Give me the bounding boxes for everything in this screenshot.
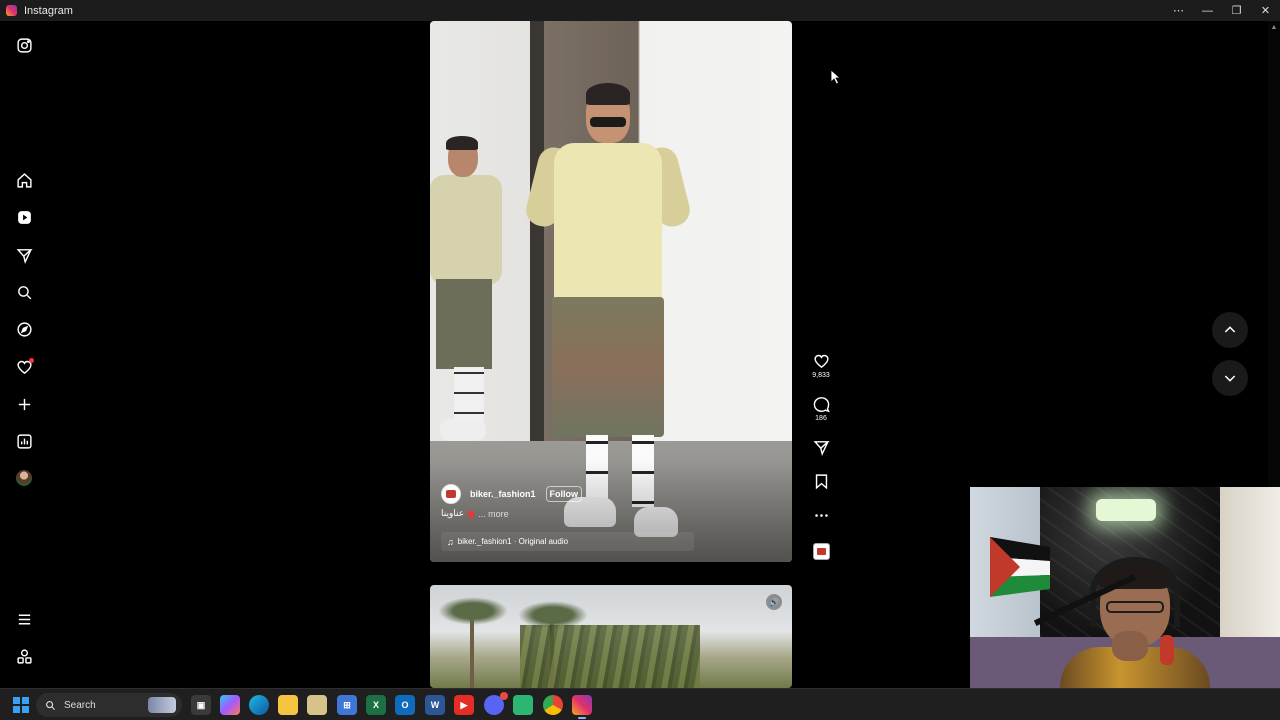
mouse-cursor-icon [830, 69, 842, 85]
chrome-icon[interactable] [543, 695, 563, 715]
menu-icon[interactable] [14, 609, 34, 629]
reels-icon[interactable] [14, 207, 34, 227]
file-explorer-icon[interactable] [278, 695, 298, 715]
messages-icon[interactable] [14, 245, 34, 265]
author-username[interactable]: biker._fashion1 [470, 489, 536, 499]
search-icon [46, 700, 56, 710]
taskbar-search-label: Search [64, 699, 96, 711]
previous-reel-button[interactable] [1212, 312, 1248, 348]
comment-count: 186 [815, 415, 827, 422]
store-icon[interactable]: ⊞ [337, 695, 357, 715]
author-row: biker._fashion1 Follow [441, 484, 583, 504]
start-button[interactable] [13, 697, 29, 713]
copilot-icon[interactable] [220, 695, 240, 715]
bookmark-icon[interactable] [813, 473, 830, 490]
create-icon[interactable] [14, 394, 34, 414]
audio-label: biker._fashion1 · Original audio [457, 537, 569, 546]
location-pin-icon [466, 508, 477, 519]
share-icon[interactable] [813, 439, 830, 456]
caption-text: عناوينا [441, 508, 465, 518]
audio-thumbnail-action [805, 543, 837, 560]
minimize-button[interactable]: — [1193, 0, 1222, 21]
caption: عناوينا ... more [441, 508, 509, 519]
task-view-icon[interactable]: ▣ [191, 695, 211, 715]
title-bar: Instagram ⋯ — ❐ ✕ [0, 0, 1280, 21]
windows-taskbar: Search ▣ ⊞ X O W ▶ [0, 688, 1280, 720]
excel-icon[interactable]: X [366, 695, 386, 715]
profile-avatar-image [16, 470, 32, 486]
more-options-icon[interactable]: ⋯ [1164, 0, 1193, 21]
instagram-logo-icon[interactable] [14, 35, 34, 55]
close-button[interactable]: ✕ [1251, 0, 1280, 21]
chevron-up-icon [1224, 326, 1236, 333]
comment-action: 186 [805, 396, 837, 422]
author-avatar[interactable] [441, 484, 461, 504]
window-title: Instagram [24, 4, 73, 17]
share-action [805, 439, 837, 456]
notification-dot [29, 358, 34, 363]
also-from-meta-icon[interactable] [14, 646, 34, 666]
volume-icon[interactable]: 🔊 [766, 594, 782, 610]
app-window: Instagram ⋯ — ❐ ✕ ▲ biker._fashion1 Foll… [0, 0, 1280, 720]
chevron-down-icon [1224, 375, 1236, 382]
taskbar-search[interactable]: Search [36, 693, 182, 717]
search-highlight-icon [148, 697, 176, 713]
next-reel-button[interactable] [1212, 360, 1248, 396]
discord-icon[interactable] [484, 692, 508, 715]
vineyard [520, 625, 700, 688]
scroll-up-arrow-icon[interactable]: ▲ [1268, 21, 1280, 33]
follow-button[interactable]: Follow [545, 486, 583, 502]
instagram-app-icon [6, 5, 17, 16]
profile-avatar[interactable] [14, 468, 34, 488]
like-icon[interactable] [813, 353, 830, 370]
outlook-icon[interactable]: O [395, 695, 415, 715]
audio-thumbnail[interactable] [812, 543, 830, 560]
notes-app-icon[interactable] [307, 695, 327, 715]
music-note-icon: ♫ [447, 536, 454, 547]
webcam-overlay [970, 487, 1280, 720]
flag-decoration [990, 537, 1050, 597]
edge-icon[interactable] [249, 695, 269, 715]
save-action [805, 473, 837, 490]
youtube-icon[interactable]: ▶ [454, 695, 474, 715]
palm-leaves [438, 597, 508, 625]
more-action [805, 507, 837, 524]
more-link[interactable]: ... more [478, 509, 509, 519]
notifications-icon[interactable] [14, 357, 34, 377]
home-icon[interactable] [14, 170, 34, 190]
green-app-icon[interactable] [513, 695, 533, 715]
notification-badge [500, 692, 508, 700]
more-horizontal-icon[interactable] [813, 507, 830, 524]
mirror-reflection [430, 136, 520, 449]
explore-icon[interactable] [14, 319, 34, 339]
window-controls: ⋯ — ❐ ✕ [1164, 0, 1280, 21]
reel-video[interactable]: biker._fashion1 Follow عناوينا ... more … [430, 21, 792, 562]
dashboard-icon[interactable] [14, 431, 34, 451]
instagram-taskbar-icon[interactable] [572, 695, 592, 715]
word-icon[interactable]: W [425, 695, 445, 715]
next-reel-video[interactable]: 🔊 [430, 585, 792, 688]
like-count: 9,833 [812, 372, 830, 379]
active-app-indicator [578, 717, 586, 719]
restore-button[interactable]: ❐ [1222, 0, 1251, 21]
audio-link[interactable]: ♫ biker._fashion1 · Original audio [441, 532, 694, 551]
comment-icon[interactable] [813, 396, 830, 413]
like-action: 9,833 [805, 353, 837, 379]
search-icon[interactable] [14, 282, 34, 302]
sidebar-nav [0, 21, 48, 688]
